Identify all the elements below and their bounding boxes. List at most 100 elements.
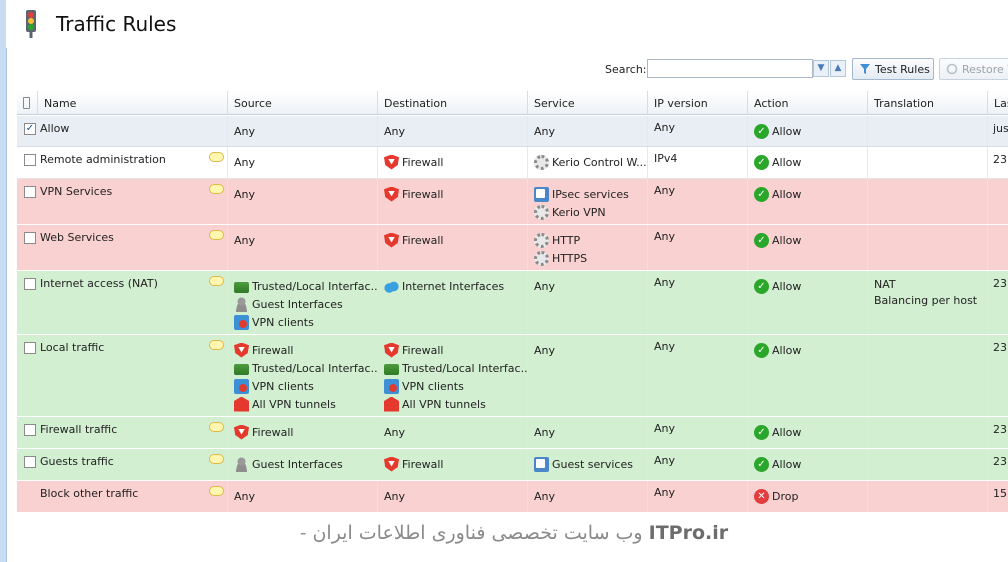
column-header-action[interactable]: Action (748, 91, 868, 115)
name-cell[interactable]: Guests traffic (17, 449, 228, 480)
table-row[interactable]: Internet access (NAT) Trusted/Local Inter… (17, 271, 1008, 335)
column-header-name[interactable]: Name (38, 91, 228, 115)
rule-enabled-checkbox[interactable]: ✓ (24, 123, 36, 135)
service-cell[interactable]: Any (528, 417, 648, 448)
source-cell[interactable]: Firewall Trusted/Local Interfac... VPN cli… (228, 335, 378, 416)
rule-enabled-checkbox[interactable] (24, 424, 36, 436)
action-cell[interactable]: ✓ Allow (748, 417, 868, 448)
translation-cell[interactable] (868, 417, 988, 448)
ip-version-cell[interactable]: Any (648, 225, 748, 270)
action-cell[interactable]: ✕ Drop (748, 481, 868, 512)
translation-cell[interactable] (868, 481, 988, 512)
destination-cell[interactable]: Internet Interfaces (378, 271, 528, 334)
last-used-cell[interactable] (988, 225, 1008, 270)
action-cell[interactable]: ✓ Allow (748, 335, 868, 416)
action-cell[interactable]: ✓ Allow (748, 179, 868, 224)
destination-cell[interactable]: Any (378, 116, 528, 146)
comment-icon[interactable] (209, 152, 224, 162)
restore-view-button[interactable]: Restore Vi (939, 58, 1008, 80)
source-cell[interactable]: Trusted/Local Interfac... Guest Interface… (228, 271, 378, 334)
last-used-cell[interactable]: 23 (988, 147, 1008, 178)
column-header-last-used[interactable]: Las (988, 91, 1008, 115)
rule-enabled-checkbox[interactable] (24, 342, 36, 354)
comment-icon[interactable] (209, 454, 224, 464)
service-cell[interactable]: Kerio Control W... (528, 147, 648, 178)
source-cell[interactable]: Any (228, 116, 378, 146)
ip-version-cell[interactable]: Any (648, 335, 748, 416)
column-header-translation[interactable]: Translation (868, 91, 988, 115)
last-used-cell[interactable]: 23 (988, 271, 1008, 334)
destination-cell[interactable]: Firewall (378, 225, 528, 270)
comment-icon[interactable] (209, 184, 224, 194)
comment-icon[interactable] (209, 486, 224, 496)
column-header-source[interactable]: Source (228, 91, 378, 115)
name-cell[interactable]: Firewall traffic (17, 417, 228, 448)
table-row[interactable]: Remote administration Any Firewall Kerio Co… (17, 147, 1008, 179)
action-cell[interactable]: ✓ Allow (748, 449, 868, 480)
action-cell[interactable]: ✓ Allow (748, 225, 868, 270)
comment-icon[interactable] (209, 422, 224, 432)
last-used-cell[interactable]: 15 (988, 481, 1008, 512)
action-cell[interactable]: ✓ Allow (748, 116, 868, 146)
name-cell[interactable]: VPN Services (17, 179, 228, 224)
service-cell[interactable]: IPsec services Kerio VPN (528, 179, 648, 224)
last-used-cell[interactable]: 23 (988, 449, 1008, 480)
translation-cell[interactable] (868, 449, 988, 480)
service-cell[interactable]: Any (528, 271, 648, 334)
ip-version-cell[interactable]: Any (648, 271, 748, 334)
destination-cell[interactable]: Firewall Trusted/Local Interfac... VPN cli… (378, 335, 528, 416)
ip-version-cell[interactable]: Any (648, 449, 748, 480)
ip-version-cell[interactable]: Any (648, 179, 748, 224)
name-cell[interactable]: Local traffic (17, 335, 228, 416)
translation-cell[interactable] (868, 335, 988, 416)
source-cell[interactable]: Any (228, 225, 378, 270)
rule-enabled-checkbox[interactable] (24, 186, 36, 198)
service-cell[interactable]: HTTP HTTPS (528, 225, 648, 270)
source-cell[interactable]: Guest Interfaces (228, 449, 378, 480)
table-row[interactable]: Web Services Any Firewall HTTP HTTPS Any ✓ Allo… (17, 225, 1008, 271)
source-cell[interactable]: Any (228, 481, 378, 512)
destination-cell[interactable]: Firewall (378, 449, 528, 480)
column-header-service[interactable]: Service (528, 91, 648, 115)
source-cell[interactable]: Any (228, 147, 378, 178)
name-cell[interactable]: Block other traffic (17, 481, 228, 512)
name-cell[interactable]: Web Services (17, 225, 228, 270)
table-row[interactable]: Block other traffic Any Any Any Any ✕ Drop 15 (17, 481, 1008, 513)
last-used-cell[interactable]: 23 (988, 335, 1008, 416)
comment-icon[interactable] (209, 230, 224, 240)
column-header-ip-version[interactable]: IP version (648, 91, 748, 115)
test-rules-button[interactable]: Test Rules (852, 58, 934, 80)
rule-enabled-checkbox[interactable] (24, 232, 36, 244)
column-header-select[interactable] (17, 91, 38, 115)
last-used-cell[interactable]: just (988, 116, 1008, 146)
name-cell[interactable]: ✓ Allow (17, 116, 228, 146)
destination-cell[interactable]: Any (378, 481, 528, 512)
translation-cell[interactable] (868, 147, 988, 178)
translation-cell[interactable]: NAT Balancing per host (868, 271, 988, 334)
comment-icon[interactable] (209, 276, 224, 286)
table-row[interactable]: Local traffic Firewall Trusted/Local Inter… (17, 335, 1008, 417)
service-cell[interactable]: Any (528, 116, 648, 146)
destination-cell[interactable]: Firewall (378, 179, 528, 224)
search-next-button[interactable]: ▼ (813, 60, 829, 77)
name-cell[interactable]: Remote administration (17, 147, 228, 178)
table-row[interactable]: Guests traffic Guest Interfaces Firewall Gu… (17, 449, 1008, 481)
destination-cell[interactable]: Firewall (378, 147, 528, 178)
rule-enabled-checkbox[interactable] (24, 456, 36, 468)
source-cell[interactable]: Firewall (228, 417, 378, 448)
destination-cell[interactable]: Any (378, 417, 528, 448)
column-header-destination[interactable]: Destination (378, 91, 528, 115)
ip-version-cell[interactable]: IPv4 (648, 147, 748, 178)
translation-cell[interactable] (868, 179, 988, 224)
translation-cell[interactable] (868, 225, 988, 270)
action-cell[interactable]: ✓ Allow (748, 147, 868, 178)
ip-version-cell[interactable]: Any (648, 481, 748, 512)
table-row[interactable]: Firewall traffic Firewall Any Any Any ✓ Allow 2… (17, 417, 1008, 449)
service-cell[interactable]: Any (528, 481, 648, 512)
rule-enabled-checkbox[interactable] (24, 154, 36, 166)
translation-cell[interactable] (868, 116, 988, 146)
ip-version-cell[interactable]: Any (648, 417, 748, 448)
table-row[interactable]: VPN Services Any Firewall IPsec services Ker… (17, 179, 1008, 225)
action-cell[interactable]: ✓ Allow (748, 271, 868, 334)
service-cell[interactable]: Guest services (528, 449, 648, 480)
